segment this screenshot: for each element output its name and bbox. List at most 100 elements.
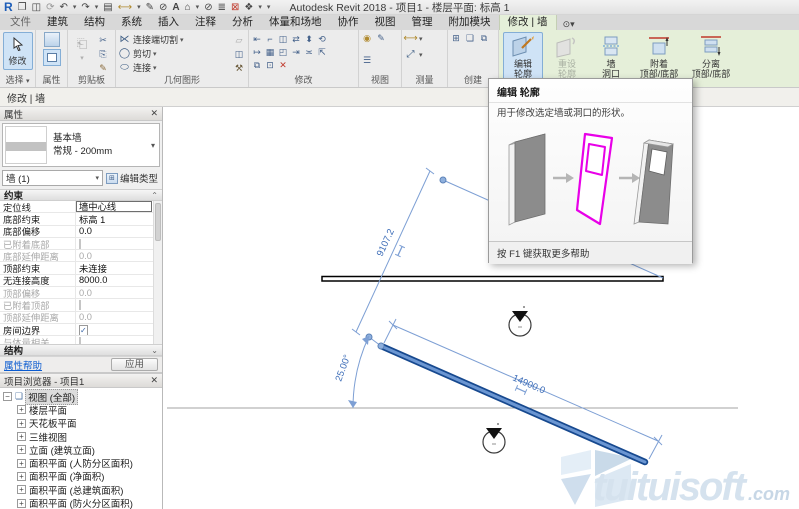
save-icon[interactable]: ◫	[32, 2, 41, 13]
tree-item-ceiling-plans[interactable]: +天花板平面	[3, 417, 162, 430]
selected-wall[interactable]	[381, 346, 645, 462]
structure-collapse-icon[interactable]: ⌄	[151, 346, 158, 355]
edit-type-button[interactable]: ⊞ 编辑类型	[106, 171, 160, 185]
measure-icon[interactable]: ⟷	[118, 2, 132, 13]
section-constraints[interactable]: 约束 ⌃	[0, 189, 162, 201]
tab-systems[interactable]: 系统	[113, 13, 150, 30]
rotate-icon[interactable]: ⟲	[316, 33, 328, 45]
create-group-icon[interactable]: ⊞	[450, 32, 462, 44]
room-bounding-checkbox[interactable]: ✓	[79, 325, 88, 335]
split-icon[interactable]: ⬍	[303, 33, 315, 45]
element-filter-dropdown[interactable]: 墙 (1) ▾	[2, 170, 103, 186]
tab-view[interactable]: 视图	[367, 13, 404, 30]
tree-item-3d-views[interactable]: +三维视图	[3, 430, 162, 443]
redo-icon[interactable]: ↷	[81, 2, 89, 13]
match-type-icon[interactable]: ✎	[97, 62, 109, 74]
panel-select-label[interactable]: 选择 ▾	[0, 74, 35, 87]
collapse-icon[interactable]: −	[3, 392, 12, 401]
tab-collaborate[interactable]: 协作	[330, 13, 367, 30]
wall-joins-icon[interactable]: ◫	[233, 48, 245, 60]
array-icon[interactable]: ▦	[264, 46, 276, 58]
dimension-handle[interactable]	[440, 177, 446, 183]
tab-addins[interactable]: 附加模块	[441, 13, 499, 30]
reveal-hidden-icon[interactable]: ◉	[361, 32, 373, 44]
mirror-axis-icon[interactable]: ◫	[277, 33, 289, 45]
tree-item-area-plans-civil[interactable]: +面积平面 (人防分区面积)	[3, 456, 162, 469]
tab-manage[interactable]: 管理	[404, 13, 441, 30]
tree-item-elevations[interactable]: +立面 (建筑立面)	[3, 443, 162, 456]
tree-item-views-root[interactable]: − ❏ 视图 (全部)	[3, 390, 162, 403]
detach-top-base-button[interactable]: 分离 顶部/底部	[687, 32, 735, 87]
create-similar-icon[interactable]: ❏	[464, 32, 476, 44]
tab-structure[interactable]: 结构	[76, 13, 113, 30]
cut-geometry-button[interactable]: ◯剪切▾	[118, 47, 184, 60]
tab-insert[interactable]: 插入	[150, 13, 187, 30]
join-end-cut-button[interactable]: ⋉连接端切割▾	[118, 33, 184, 46]
sync-icon[interactable]: ⟳	[46, 2, 54, 13]
demolish-icon[interactable]: ⚒	[233, 62, 245, 74]
tree-item-area-plans-gross[interactable]: +面积平面 (总建筑面积)	[3, 483, 162, 496]
mirror-draw-icon[interactable]: ⇄	[290, 33, 302, 45]
section-icon[interactable]: ⊘	[204, 2, 212, 13]
scale-icon[interactable]: ◰	[277, 46, 289, 58]
expand-icon[interactable]: +	[17, 459, 26, 468]
text-icon[interactable]: A	[172, 2, 179, 13]
extend-icon[interactable]: ⊡	[264, 59, 276, 71]
linework-icon[interactable]: ✎	[375, 32, 387, 44]
undo-icon[interactable]: ↶	[59, 2, 67, 13]
tree-item-area-plans-fire[interactable]: +面积平面 (防火分区面积)	[3, 496, 162, 509]
drawing-area[interactable]: tuituisoft .com 9107.2	[163, 107, 799, 509]
cut-icon[interactable]: ✂	[97, 34, 109, 46]
view-caret-icon[interactable]: ▾	[196, 3, 200, 11]
tab-massing-site[interactable]: 体量和场地	[261, 13, 330, 30]
apply-button[interactable]: 应用	[111, 358, 158, 371]
tab-architecture[interactable]: 建筑	[39, 13, 76, 30]
properties-scrollbar[interactable]	[153, 201, 162, 344]
measure-button[interactable]: ⟷▾	[404, 32, 423, 45]
properties-close-icon[interactable]: ✕	[150, 108, 158, 119]
offset-icon[interactable]: ⌐	[264, 33, 276, 45]
create-assembly-icon[interactable]: ⧉	[478, 32, 490, 44]
tree-item-floor-plans[interactable]: +楼层平面	[3, 403, 162, 416]
tab-annotate[interactable]: 注释	[187, 13, 224, 30]
close-hidden-windows-icon[interactable]: ⊠	[231, 2, 239, 13]
properties-toggle-icon[interactable]	[43, 49, 61, 66]
tab-file[interactable]: 文件	[2, 13, 39, 30]
join-geometry-button[interactable]: ⬭连接▾	[118, 61, 184, 74]
expand-icon[interactable]: +	[17, 472, 26, 481]
hide-elements-icon[interactable]: ☰	[361, 54, 373, 66]
horizontal-wall[interactable]	[322, 277, 663, 282]
type-selector-caret-icon[interactable]: ▾	[151, 141, 157, 150]
expand-icon[interactable]: +	[17, 419, 26, 428]
delete-icon[interactable]: ✕	[277, 59, 289, 71]
switch-caret-icon[interactable]: ▾	[258, 3, 262, 11]
tab-overflow-icon[interactable]: ⊙▾	[557, 19, 581, 30]
print-icon[interactable]: ▤	[103, 2, 112, 13]
project-browser-close-icon[interactable]: ✕	[150, 375, 158, 386]
tree-item-area-plans-net[interactable]: +面积平面 (净面积)	[3, 470, 162, 483]
dimension-14900[interactable]	[384, 319, 662, 459]
pin-icon[interactable]: ⇱	[316, 46, 328, 58]
trim-icon[interactable]: ↦	[251, 46, 263, 58]
tab-analyze[interactable]: 分析	[224, 13, 261, 30]
expand-icon[interactable]: +	[17, 445, 26, 454]
align-icon[interactable]: ⇤	[251, 33, 263, 45]
expand-icon[interactable]: +	[17, 485, 26, 494]
default-3d-view-icon[interactable]: ⌂	[185, 2, 191, 13]
dimension-value-angle[interactable]: 25.00°	[333, 353, 353, 383]
move-icon[interactable]: ⇥	[290, 46, 302, 58]
paint-icon[interactable]: ▱	[233, 34, 245, 46]
section-structure[interactable]: 结构 ⌄	[0, 344, 162, 356]
expand-icon[interactable]: +	[17, 405, 26, 414]
expand-icon[interactable]: +	[17, 432, 26, 441]
type-selector[interactable]: 基本墙 常规 - 200mm ▾	[2, 123, 160, 167]
qat-customize-icon[interactable]: ▾	[267, 3, 271, 11]
open-icon[interactable]: ❐	[18, 2, 27, 13]
tag-icon[interactable]: ⊘	[159, 2, 167, 13]
angular-dimension[interactable]: 25.00°	[333, 336, 369, 408]
elevation-marker[interactable]	[483, 423, 505, 453]
thin-lines-icon[interactable]: ≣	[218, 2, 226, 13]
elevation-marker[interactable]	[509, 306, 531, 336]
switch-windows-icon[interactable]: ❖	[244, 2, 253, 13]
redo-caret-icon[interactable]: ▾	[95, 3, 99, 11]
